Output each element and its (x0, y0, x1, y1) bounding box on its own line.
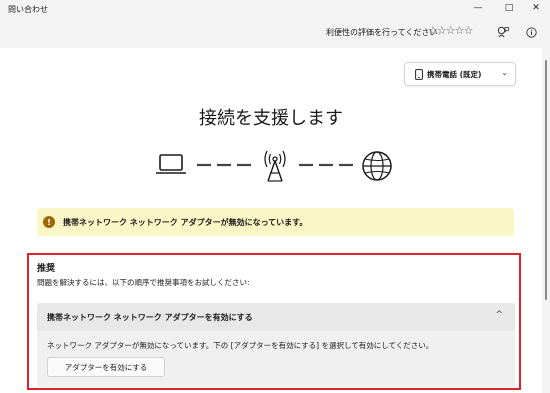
recommendation-item: 携帯ネットワーク ネットワーク アダプターを有効にする ^ ネットワーク アダプ… (37, 303, 515, 387)
rating-bar: 利便性の評価を行ってください ☆☆☆☆☆ (0, 18, 550, 46)
recommendation-description: 問題を解決するには、以下の順序で推奨事項をお試しください: (37, 278, 250, 287)
main-content: 携帯電話 (既定) ⌄ 接続を支援します ! 携帯ネットワーク ネットワーク ア… (0, 48, 542, 393)
phone-icon (415, 68, 423, 80)
recommendation-item-body: ネットワーク アダプターが無効になっています。下の [アダプターを有効にする] … (47, 341, 434, 350)
recommendation-section: 推奨 問題を解決するには、以下の順序で推奨事項をお試しください: 携帯ネットワー… (27, 253, 521, 390)
laptop-icon (156, 154, 186, 174)
warning-icon: ! (43, 216, 55, 228)
feedback-icon (497, 26, 509, 38)
antenna-icon (264, 150, 286, 182)
minimize-button[interactable]: — (464, 1, 492, 15)
star-rating[interactable]: ☆☆☆☆☆ (428, 24, 473, 37)
title-bar: 問い合わせ — □ ✕ (0, 0, 550, 18)
recommendation-item-header[interactable]: 携帯ネットワーク ネットワーク アダプターを有効にする ^ (37, 303, 515, 331)
device-selector[interactable]: 携帯電話 (既定) ⌄ (404, 62, 516, 86)
rating-prompt: 利便性の評価を行ってください (326, 28, 438, 37)
recommendation-item-title: 携帯ネットワーク ネットワーク アダプターを有効にする (47, 313, 253, 322)
enable-adapter-button[interactable]: アダプターを有効にする (47, 357, 165, 377)
app-title: 問い合わせ (8, 5, 48, 14)
globe-icon (362, 151, 392, 181)
device-selector-label: 携帯電話 (既定) (427, 69, 482, 79)
maximize-button[interactable]: □ (495, 1, 523, 15)
chevron-up-icon[interactable]: ^ (495, 310, 503, 320)
chevron-down-icon: ⌄ (501, 68, 508, 77)
page-title: 接続を支援します (199, 108, 343, 129)
connection-diagram (156, 150, 392, 182)
close-button[interactable]: ✕ (522, 1, 550, 15)
info-icon (525, 26, 537, 38)
feedback-button[interactable] (494, 23, 512, 41)
recommendation-title: 推奨 (37, 264, 56, 274)
warning-banner: ! 携帯ネットワーク ネットワーク アダプターが無効になっています。 (37, 208, 514, 236)
scrollbar[interactable] (545, 60, 547, 300)
info-button[interactable] (522, 23, 540, 41)
warning-message: 携帯ネットワーク ネットワーク アダプターが無効になっています。 (63, 217, 308, 227)
